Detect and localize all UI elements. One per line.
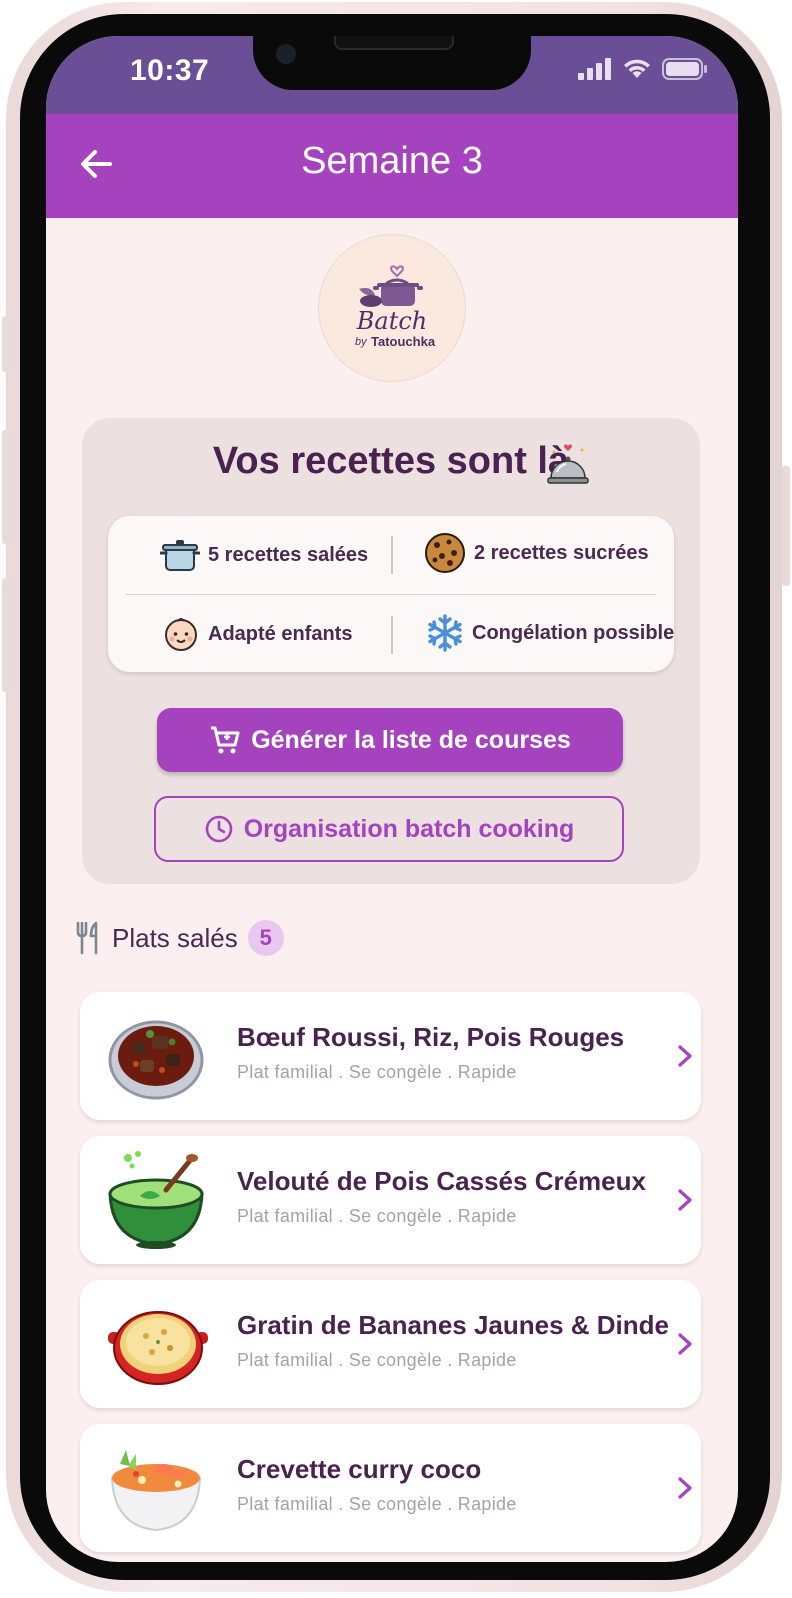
fork-knife-icon <box>76 921 98 955</box>
status-bar: 10:37 <box>46 36 738 114</box>
logo-author-text: Tatouchka <box>371 334 436 349</box>
savory-dishes-header: Plats salés 5 <box>76 920 284 956</box>
recipe-meta: Plat familial . Se congèle . Rapide <box>237 1494 517 1514</box>
power-button <box>782 466 790 586</box>
feature-divider <box>391 536 393 574</box>
app-bar: Semaine 3 <box>46 114 738 218</box>
cloche-icon <box>547 444 589 484</box>
clock-icon <box>205 815 233 843</box>
generate-shopping-list-button[interactable]: Générer la liste de courses <box>157 708 623 772</box>
front-camera <box>276 44 296 64</box>
logo-brand-text: Batch <box>356 307 428 335</box>
feature-savory-label: 5 recettes salées <box>208 543 369 566</box>
recipe-card[interactable]: Bœuf Roussi, Riz, Pois Rouges Plat famil… <box>80 992 701 1120</box>
green-soup-icon <box>108 1151 204 1249</box>
recipe-name: Gratin de Bananes Jaunes & Dinde <box>237 1310 670 1340</box>
recipe-name: Bœuf Roussi, Riz, Pois Rouges <box>237 1022 625 1052</box>
volume-down-button <box>2 578 10 692</box>
status-icons <box>578 58 708 80</box>
recipe-card[interactable]: Crevette curry coco Plat familial . Se c… <box>80 1424 701 1552</box>
recipe-card[interactable]: Velouté de Pois Cassés Crémeux Plat fami… <box>80 1136 701 1264</box>
battery-icon <box>662 58 707 80</box>
shrimp-curry-icon <box>110 1450 202 1532</box>
recipe-card[interactable]: Gratin de Bananes Jaunes & Dinde Plat fa… <box>80 1280 701 1408</box>
summary-title-text: Vos recettes sont là <box>212 440 570 482</box>
speaker <box>334 36 454 50</box>
recipe-meta: Plat familial . Se congèle . Rapide <box>237 1206 517 1226</box>
recipe-name: Velouté de Pois Cassés Crémeux <box>237 1166 646 1196</box>
wifi-icon <box>624 59 650 78</box>
feature-kids-label: Adapté enfants <box>208 622 353 645</box>
signal-icon <box>578 58 611 80</box>
cooking-pot-heart-icon <box>359 265 423 307</box>
chevron-right-icon[interactable] <box>673 1186 697 1214</box>
snowflake-icon <box>428 614 462 652</box>
volume-up-button <box>2 430 10 544</box>
logo-by-text: by <box>355 336 367 348</box>
feature-freezing-label: Congélation possible <box>472 621 675 644</box>
section-title: Plats salés <box>112 922 238 953</box>
feature-sweet: 2 recettes sucrées <box>424 532 649 574</box>
chevron-right-icon[interactable] <box>673 1330 697 1358</box>
pot-icon <box>160 540 200 571</box>
recipe-meta: Plat familial . Se congèle . Rapide <box>237 1062 517 1082</box>
generate-shopping-list-label: Générer la liste de courses <box>251 725 571 754</box>
features-divider <box>126 594 656 595</box>
recipe-meta: Plat familial . Se congèle . Rapide <box>237 1350 517 1370</box>
silent-switch <box>2 316 10 372</box>
batch-cooking-organization-button[interactable]: Organisation batch cooking <box>154 796 624 862</box>
brand-logo: Batch by Tatouchka <box>318 234 466 382</box>
recipes-summary-card: Vos recettes sont là 5 recettes salées 2… <box>82 418 700 884</box>
gratin-dish-icon <box>108 1311 208 1385</box>
page-title: Semaine 3 <box>301 140 483 182</box>
feature-savory: 5 recettes salées <box>160 536 368 574</box>
recipe-name: Crevette curry coco <box>237 1454 482 1484</box>
features-panel: 5 recettes salées 2 recettes sucrées Ada… <box>108 516 674 672</box>
feature-divider <box>391 616 393 654</box>
shopping-cart-icon <box>211 726 240 754</box>
app-screen: 10:37 Semaine 3 Batch by Tatouchka Vos r… <box>46 36 738 1562</box>
chevron-right-icon[interactable] <box>673 1042 697 1070</box>
batch-cooking-organization-label: Organisation batch cooking <box>243 814 575 843</box>
chevron-right-icon[interactable] <box>673 1474 697 1502</box>
feature-sweet-label: 2 recettes sucrées <box>474 541 649 564</box>
beef-stew-icon <box>108 1020 204 1100</box>
summary-title: Vos recettes sont là <box>82 440 700 483</box>
status-time: 10:37 <box>130 54 210 87</box>
cookie-icon <box>425 533 465 573</box>
feature-freezing: Congélation possible <box>426 614 674 652</box>
recipe-count-badge: 5 <box>247 920 284 956</box>
baby-face-icon <box>165 618 197 651</box>
feature-kids: Adapté enfants <box>162 616 352 652</box>
